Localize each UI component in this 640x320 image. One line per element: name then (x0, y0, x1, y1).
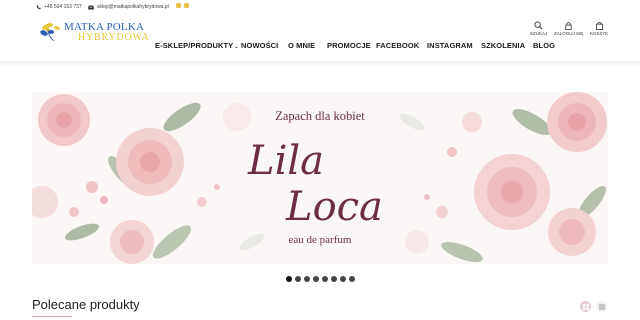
phone-icon (36, 5, 41, 9)
slider-dot[interactable] (313, 276, 319, 282)
chevron-down-icon: ⌄ (234, 44, 239, 50)
nav-item-promotions[interactable]: PROMOCJE (327, 41, 371, 50)
nav-item-new[interactable]: NOWOŚCI (241, 41, 278, 50)
banner-subtitle: eau de parfum (288, 234, 352, 246)
login-button[interactable]: ZALOGUJ SIĘ (554, 21, 583, 36)
banner-script-title: Lila Loca (247, 138, 383, 230)
nav-item-facebook[interactable]: FACEBOOK (376, 41, 419, 50)
shopping-bag-icon (595, 21, 603, 30)
email-address: sklep@matkapolkahybrydowa.pl (97, 4, 169, 10)
login-label: ZALOGUJ SIĘ (554, 31, 584, 36)
slider-dot[interactable] (286, 276, 292, 282)
search-button[interactable]: SZUKAJ (530, 21, 547, 36)
cart-button[interactable]: KOSZYK (590, 21, 608, 36)
social-links (176, 3, 189, 8)
slider-dot[interactable] (331, 276, 337, 282)
slider-dot[interactable] (295, 276, 301, 282)
banner-title: Zapach dla kobiet (275, 109, 365, 123)
slider-pagination (286, 276, 355, 282)
grid-icon (582, 303, 589, 310)
list-view-button[interactable] (596, 301, 607, 312)
nav-item-instagram[interactable]: INSTAGRAM (427, 41, 473, 50)
nav-item-label: E-SKLEP/PRODUKTY (155, 41, 234, 50)
nav-item-about[interactable]: O MNIE (288, 41, 315, 50)
cart-label: KOSZYK (590, 31, 609, 36)
logo-flower-icon (40, 23, 60, 42)
nav-item-blog[interactable]: BLOG (533, 41, 555, 50)
instagram-icon[interactable] (184, 3, 189, 8)
script-line-2: Loca (285, 184, 383, 230)
slider-dot[interactable] (349, 276, 355, 282)
nav-item-shop[interactable]: E-SKLEP/PRODUKTY⌄ (155, 41, 239, 50)
hero-banner[interactable]: Zapach dla kobiet Lila Loca eau de parfu… (32, 92, 608, 264)
top-contact-bar: +48 504 153 737 sklep@matkapolkahybrydow… (0, 0, 640, 14)
slider-dot[interactable] (322, 276, 328, 282)
script-line-1: Lila (247, 138, 324, 184)
search-label: SZUKAJ (530, 31, 548, 36)
phone-number: +48 504 153 737 (44, 4, 82, 10)
facebook-icon[interactable] (176, 3, 181, 8)
site-logo[interactable]: MATKA POLKA HYBRYDOWA (40, 21, 149, 43)
site-header: MATKA POLKA HYBRYDOWA SZUKAJ ZALOGUJ SIĘ… (0, 14, 640, 61)
main-navigation: E-SKLEP/PRODUKTY⌄ NOWOŚCI O MNIE PROMOCJ… (0, 41, 640, 53)
slider-dot[interactable] (304, 276, 310, 282)
envelope-icon (88, 4, 94, 9)
list-icon (598, 304, 605, 309)
slider-dot[interactable] (340, 276, 346, 282)
section-title: Polecane produkty (32, 297, 140, 312)
grid-view-button[interactable] (580, 301, 591, 312)
lock-icon (565, 22, 572, 30)
email-contact[interactable]: sklep@matkapolkahybrydowa.pl (88, 4, 169, 10)
phone-contact[interactable]: +48 504 153 737 (36, 4, 82, 10)
section-underline (32, 316, 72, 317)
search-icon (534, 21, 543, 30)
nav-item-trainings[interactable]: SZKOLENIA (481, 41, 525, 50)
